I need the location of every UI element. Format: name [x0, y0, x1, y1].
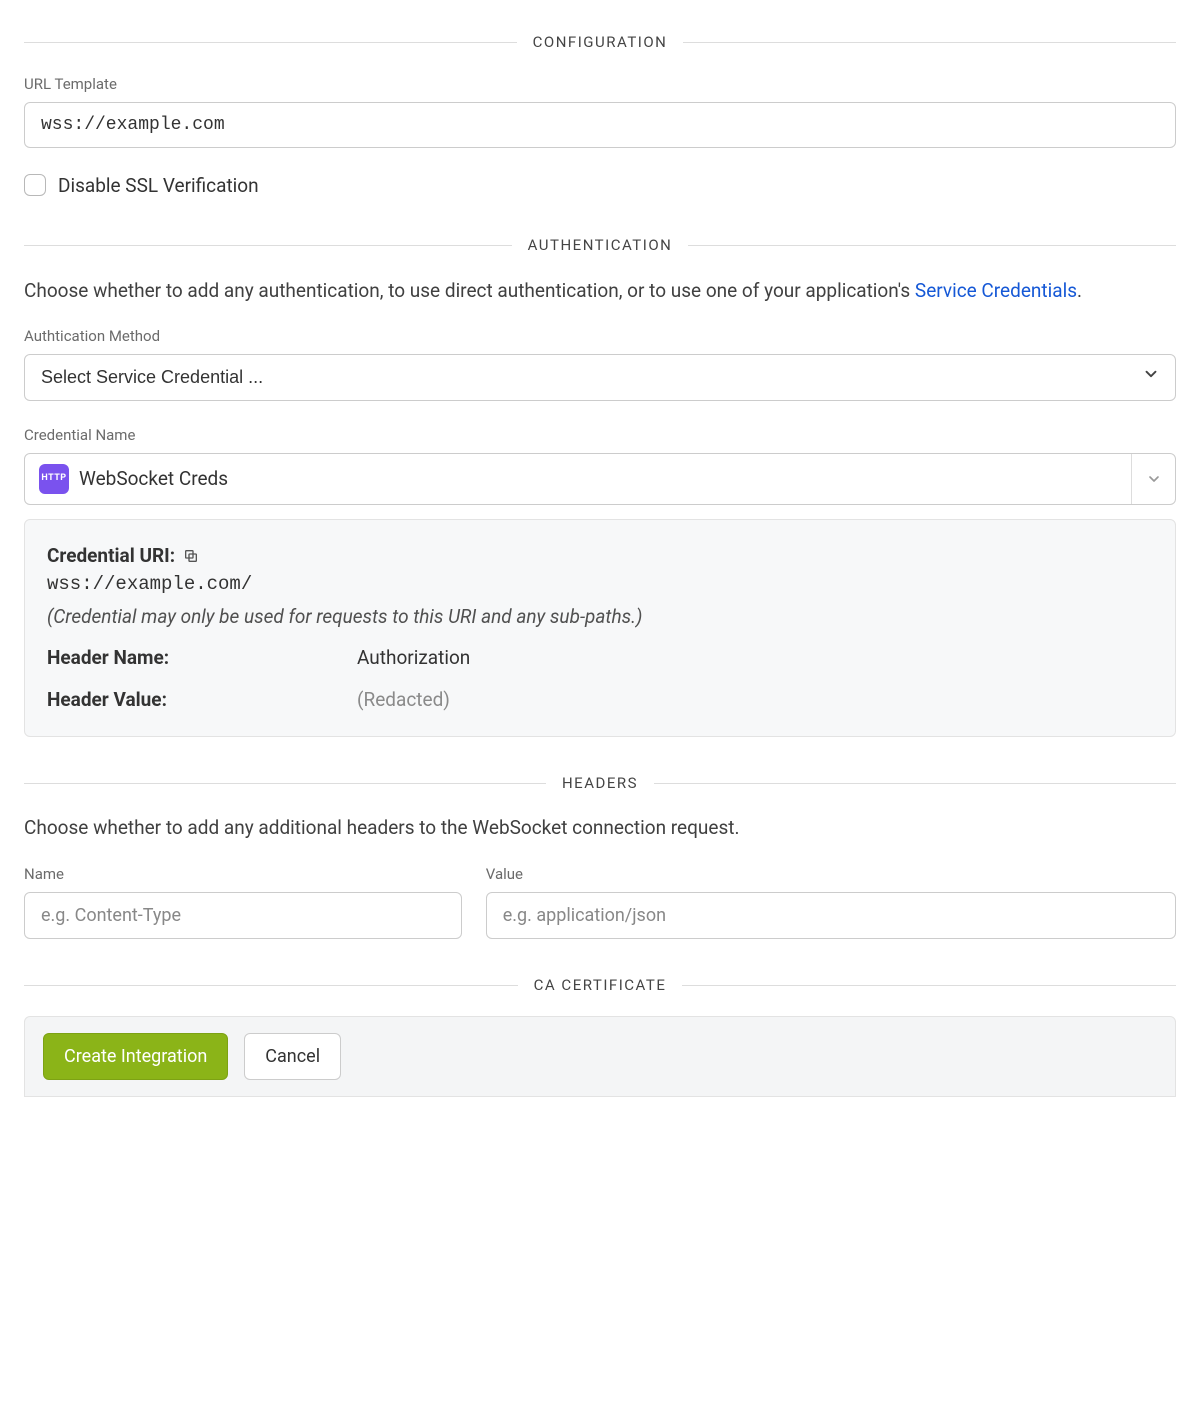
credential-uri-note: (Credential may only be used for request…	[47, 603, 1153, 631]
authentication-description: Choose whether to add any authentication…	[24, 277, 1176, 305]
authentication-divider: AUTHENTICATION	[24, 235, 1176, 257]
auth-method-field: Authtication Method Select Service Crede…	[24, 326, 1176, 401]
configuration-divider: CONFIGURATION	[24, 32, 1176, 54]
url-template-label: URL Template	[24, 74, 1176, 96]
header-name-input[interactable]	[24, 892, 462, 939]
credential-name-label: Credential Name	[24, 425, 1176, 447]
auth-method-label: Authtication Method	[24, 326, 1176, 348]
header-value-col: Value	[486, 864, 1176, 939]
authentication-description-post: .	[1077, 279, 1082, 302]
credential-uri-label: Credential URI:	[47, 542, 175, 570]
credential-name-value: WebSocket Creds	[79, 465, 228, 493]
header-name-label: Header Name:	[47, 644, 357, 672]
header-name-field-label: Name	[24, 864, 462, 886]
copy-icon[interactable]	[183, 548, 199, 564]
credential-name-select: HTTP WebSocket Creds	[24, 453, 1176, 505]
service-credentials-link[interactable]: Service Credentials	[915, 279, 1077, 302]
http-badge-icon: HTTP	[39, 464, 69, 494]
credential-uri-value: wss://example.com/	[47, 571, 1153, 599]
create-integration-button[interactable]: Create Integration	[43, 1033, 228, 1080]
headers-description: Choose whether to add any additional hea…	[24, 814, 1176, 842]
headers-divider: HEADERS	[24, 773, 1176, 795]
header-value-value: (Redacted)	[357, 686, 450, 714]
disable-ssl-row: Disable SSL Verification	[24, 172, 1176, 200]
ca-certificate-section-label: CA CERTIFICATE	[518, 975, 683, 997]
header-value-field-label: Value	[486, 864, 1176, 886]
headers-section-label: HEADERS	[546, 773, 654, 795]
authentication-section-label: AUTHENTICATION	[512, 235, 689, 257]
auth-method-select[interactable]: Select Service Credential ...	[24, 354, 1176, 401]
authentication-description-pre: Choose whether to add any authentication…	[24, 279, 915, 302]
headers-row: Name Value	[24, 864, 1176, 939]
url-template-field: URL Template	[24, 74, 1176, 148]
ca-certificate-divider: CA CERTIFICATE	[24, 975, 1176, 997]
header-value-input[interactable]	[486, 892, 1176, 939]
url-template-input[interactable]	[24, 102, 1176, 148]
header-name-col: Name	[24, 864, 462, 939]
credential-details-box: Credential URI: wss://example.com/ (Cred…	[24, 519, 1176, 737]
header-value-label: Header Value:	[47, 686, 357, 714]
disable-ssl-checkbox[interactable]	[24, 174, 46, 196]
cancel-button[interactable]: Cancel	[244, 1033, 341, 1080]
credential-name-field: Credential Name HTTP WebSocket Creds	[24, 425, 1176, 505]
credential-name-select-toggle[interactable]	[1131, 454, 1175, 504]
disable-ssl-label: Disable SSL Verification	[58, 172, 259, 200]
credential-name-select-main[interactable]: HTTP WebSocket Creds	[25, 454, 1131, 504]
footer-bar: Create Integration Cancel	[24, 1016, 1176, 1097]
configuration-section-label: CONFIGURATION	[517, 32, 684, 54]
chevron-down-icon	[1146, 471, 1162, 487]
header-name-value: Authorization	[357, 644, 470, 672]
